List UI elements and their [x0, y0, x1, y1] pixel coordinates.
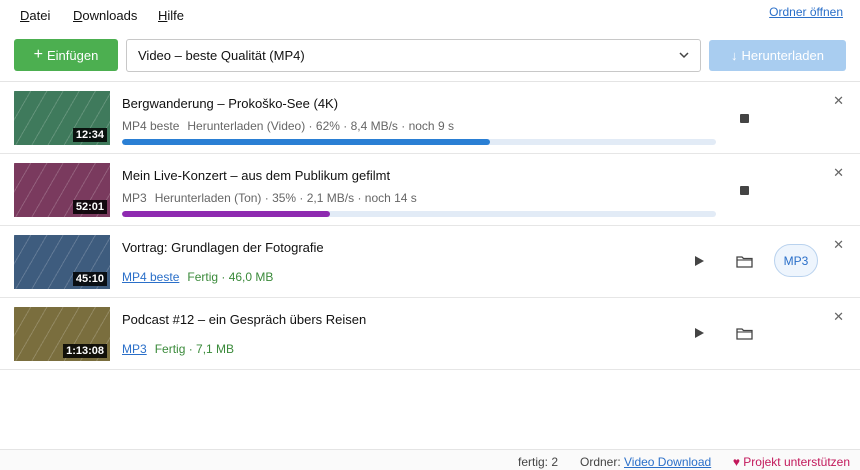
download-status: Fertig · 7,1 MB — [154, 342, 235, 356]
folder-icon[interactable] — [736, 327, 753, 340]
video-thumbnail: 52:01 — [14, 163, 110, 217]
convert-mp3-button[interactable]: MP3 — [774, 244, 818, 277]
menu-help[interactable]: Hilfe — [158, 8, 184, 23]
done-count: fertig: 2 — [518, 455, 559, 469]
stop-icon[interactable] — [740, 114, 749, 123]
download-arrow-icon: ↓ — [731, 48, 738, 63]
download-status: Herunterladen (Video) · 62% · 8,4 MB/s ·… — [187, 119, 454, 133]
close-icon[interactable]: ✕ — [833, 310, 844, 323]
progress-fill — [122, 211, 330, 217]
play-icon[interactable] — [695, 256, 704, 266]
status-bar: fertig: 2 Ordner: Video Download ♥ Proje… — [0, 449, 860, 470]
download-row: 12:34 Bergwanderung – Prokoško-See (4K) … — [0, 82, 860, 154]
add-button-label: Einfügen — [47, 47, 99, 63]
download-title: Bergwanderung – Prokoško-See (4K) — [122, 96, 339, 111]
progress-bar — [122, 139, 716, 145]
add-button[interactable]: + Einfügen — [14, 39, 118, 71]
format-link[interactable]: MP3 — [122, 342, 147, 356]
download-title: Mein Live-Konzert – aus dem Publikum gef… — [122, 168, 391, 183]
menu-downloads[interactable]: Downloads — [73, 8, 137, 23]
duration-badge: 45:10 — [72, 272, 107, 286]
folder-icon[interactable] — [736, 255, 753, 268]
download-button-label: Herunterladen — [741, 48, 824, 63]
download-row: 45:10 Vortrag: Grundlagen der Fotografie… — [0, 226, 860, 298]
chevron-down-icon — [679, 52, 689, 59]
video-thumbnail: 45:10 — [14, 235, 110, 289]
play-icon[interactable] — [695, 328, 704, 338]
download-meta: MP4 beste Fertig · 46,0 MB — [122, 270, 273, 284]
progress-bar — [122, 211, 716, 217]
quality-select[interactable]: Video – beste Qualität (MP4) — [126, 39, 701, 72]
download-row: 52:01 Mein Live-Konzert – aus dem Publik… — [0, 154, 860, 226]
video-thumbnail: 1:13:08 — [14, 307, 110, 361]
progress-fill — [122, 139, 491, 145]
folder-link[interactable]: Video Download — [624, 455, 711, 469]
video-thumbnail: 12:34 — [14, 91, 110, 145]
format-link[interactable]: MP4 beste — [122, 270, 179, 284]
support-link[interactable]: ♥ Projekt unterstützen — [733, 455, 850, 469]
plus-icon: + — [33, 46, 43, 63]
format-label: MP4 beste — [122, 119, 180, 133]
menu-file[interactable]: Datei — [20, 8, 50, 23]
download-title: Vortrag: Grundlagen der Fotografie — [122, 240, 324, 255]
close-icon[interactable]: ✕ — [833, 94, 844, 107]
stop-icon[interactable] — [740, 186, 749, 195]
download-title: Podcast #12 – ein Gespräch übers Reisen — [122, 312, 367, 327]
duration-badge: 52:01 — [72, 200, 107, 214]
download-status: Herunterladen (Ton) · 35% · 2,1 MB/s · n… — [154, 191, 417, 205]
duration-badge: 12:34 — [72, 128, 107, 142]
duration-badge: 1:13:08 — [63, 344, 107, 358]
format-label: MP3 — [122, 191, 147, 205]
download-meta: MP3 Fertig · 7,1 MB — [122, 342, 234, 356]
download-button[interactable]: ↓ Herunterladen — [709, 40, 846, 71]
download-meta: MP4 beste Herunterladen (Video) · 62% · 8… — [122, 119, 454, 133]
folder-label: Ordner: — [580, 455, 621, 469]
close-icon[interactable]: ✕ — [833, 238, 844, 251]
download-row: 1:13:08 Podcast #12 – ein Gespräch übers… — [0, 298, 860, 370]
download-status: Fertig · 46,0 MB — [187, 270, 274, 284]
close-icon[interactable]: ✕ — [833, 166, 844, 179]
quality-select-value: Video – beste Qualität (MP4) — [138, 48, 305, 63]
menu-bar: Datei Downloads Hilfe Ordner öffnen — [0, 0, 860, 30]
download-meta: MP3 Herunterladen (Ton) · 35% · 2,1 MB/s … — [122, 191, 417, 205]
open-folder-link[interactable]: Ordner öffnen — [769, 5, 843, 19]
